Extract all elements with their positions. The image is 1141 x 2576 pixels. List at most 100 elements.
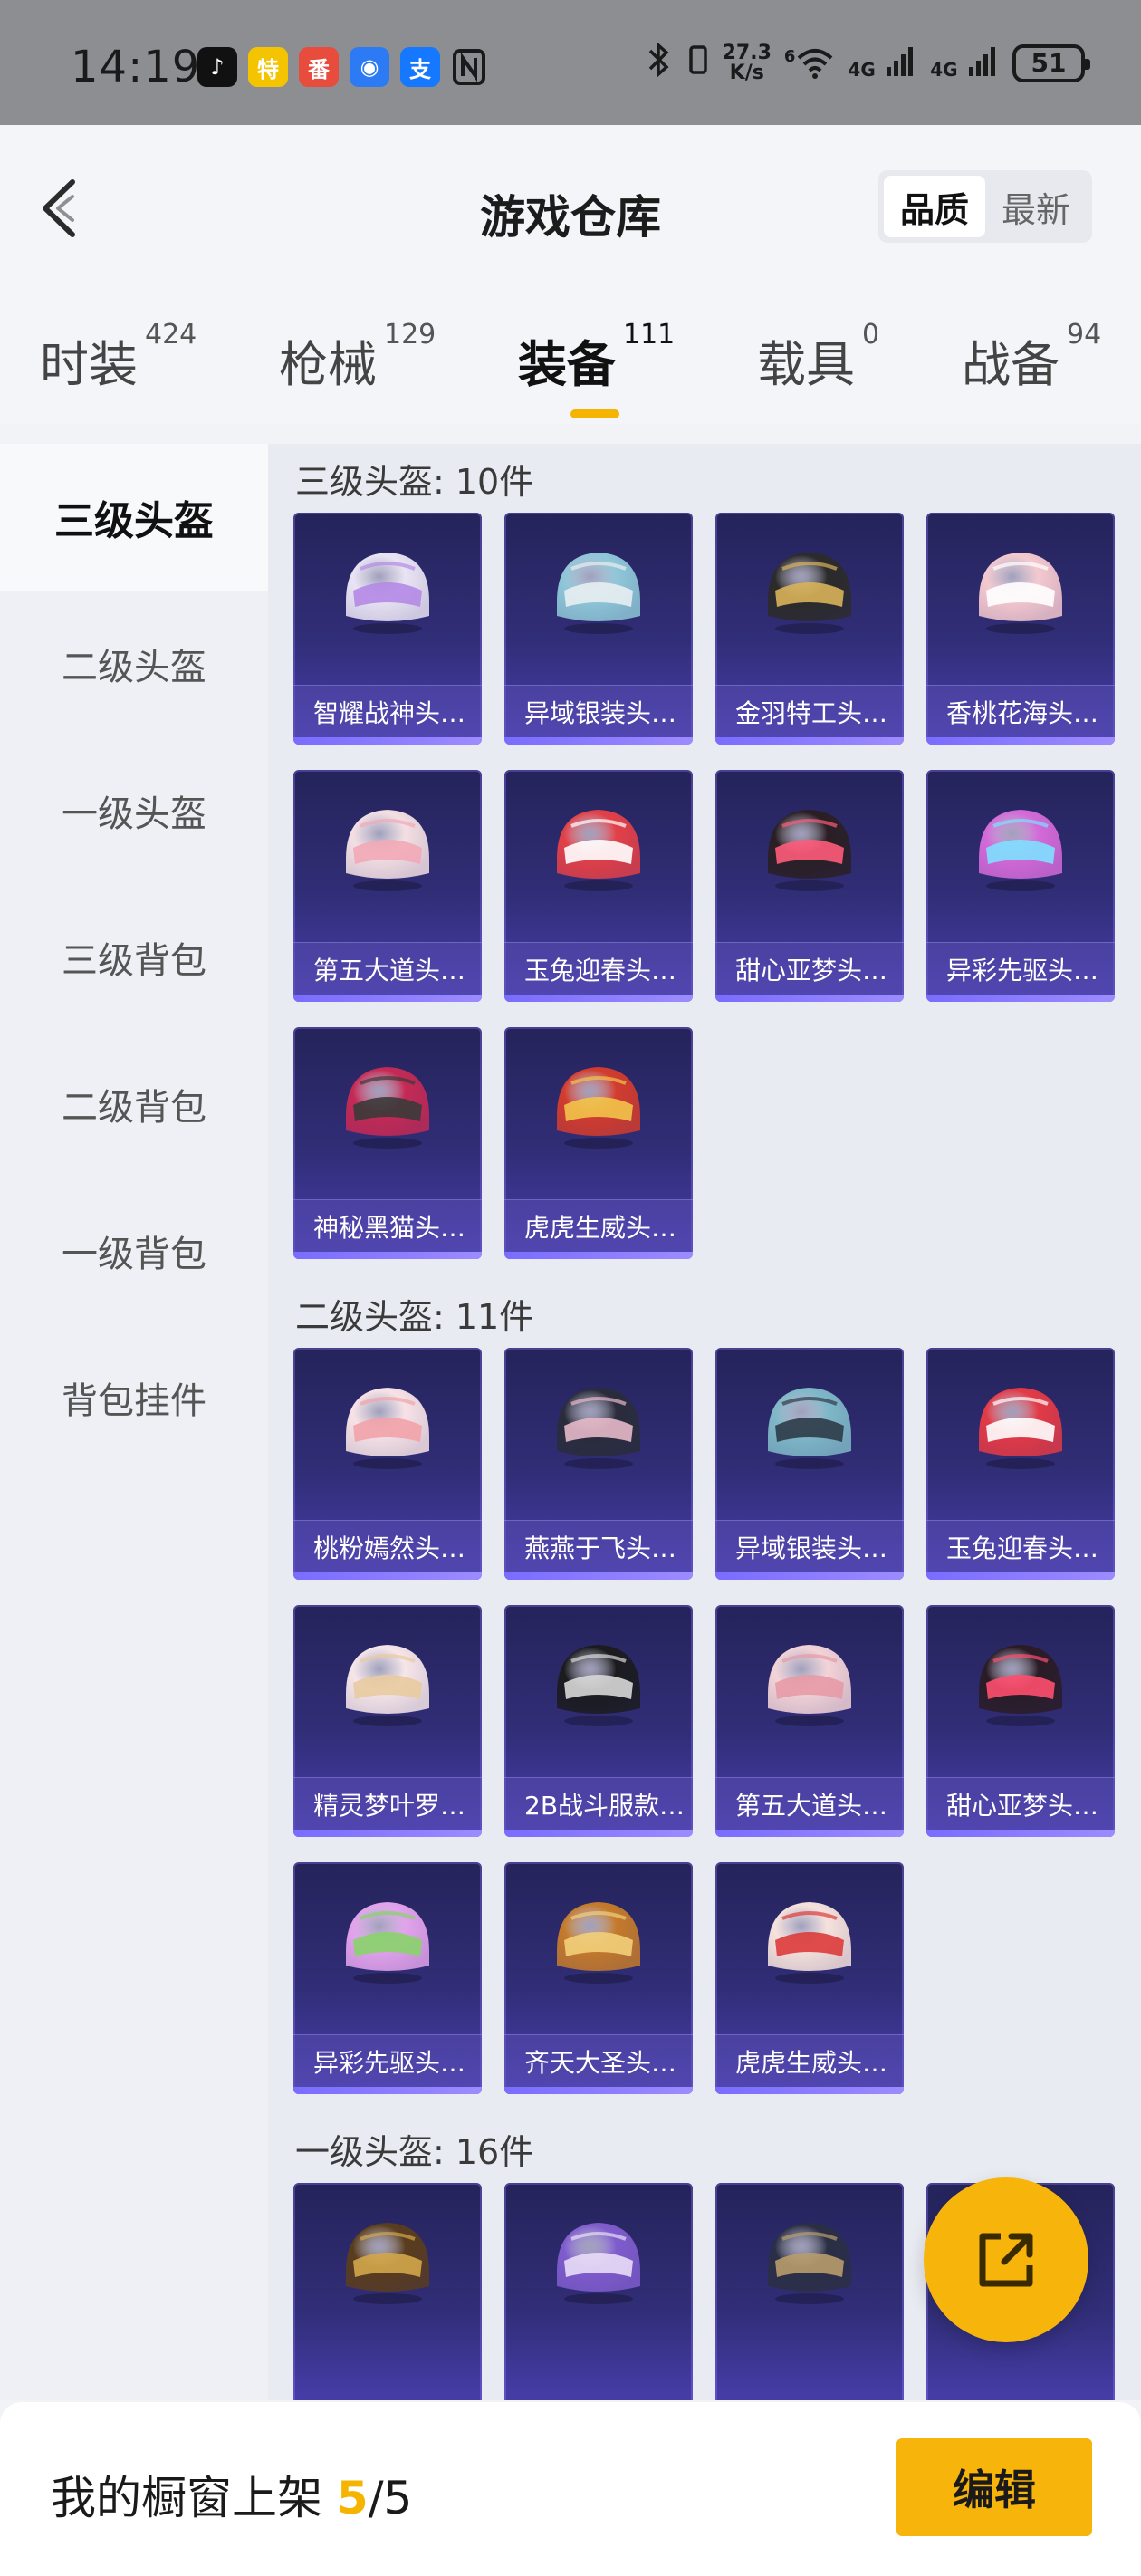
sidebar-item-level1-helmet[interactable]: 一级头盔 (0, 737, 268, 884)
item-card[interactable]: 桃粉嫣然头… (293, 1348, 482, 1580)
battery-indicator: 51 (1012, 43, 1090, 82)
item-card[interactable]: 第五大道头… (293, 770, 482, 1002)
bluetooth-icon (643, 42, 674, 84)
item-name: 异域银装头… (715, 1520, 904, 1572)
item-name: 神秘黑猫头… (293, 1199, 482, 1252)
helmet-image (333, 2208, 442, 2317)
item-card[interactable]: 甜心亚梦头… (926, 1605, 1115, 1837)
item-name: 甜心亚梦头… (926, 1777, 1115, 1830)
item-name: 金羽特工头… (715, 685, 904, 737)
helmet-image (544, 1373, 653, 1482)
section-title: 二级头盔: 11件 (295, 1296, 534, 1337)
signal-bars-icon (969, 46, 995, 76)
item-card[interactable]: 玉兔迎春头… (926, 1348, 1115, 1580)
helmet-image (333, 1888, 442, 1996)
helmet-image (544, 538, 653, 647)
sidebar-item-level1-backpack[interactable]: 一级背包 (0, 1177, 268, 1324)
section-level2-helmet: 二级头盔: 11件 桃粉嫣然头… 燕燕于飞头… 异域银装头… 玉兔迎春头… 精灵梦叶罗…… (268, 1279, 1141, 2094)
section-level3-helmet: 三级头盔: 10件 智耀战神头… 异域银装头… 金羽特工头… 香桃花海头… 第五大道头…… (268, 444, 1141, 1259)
item-name: 齐天大圣头… (504, 2034, 693, 2087)
helmet-image (544, 795, 653, 904)
share-icon (979, 2233, 1033, 2287)
active-tab-indicator (570, 409, 619, 418)
showcase-label: 我的橱窗上架 5/5 (51, 2472, 413, 2524)
item-card[interactable]: 虎虎生威头… (715, 1862, 904, 2094)
item-card[interactable] (504, 2183, 693, 2400)
item-card[interactable]: 智耀战神头… (293, 513, 482, 745)
signal-1: 4G (848, 43, 917, 83)
tab-combat-gear[interactable]: 战备 94 (962, 319, 1101, 396)
helmet-image (755, 1630, 864, 1739)
sort-toggle: 品质 最新 (878, 170, 1092, 243)
helmet-image (966, 538, 1075, 647)
helmet-image (544, 1053, 653, 1161)
helmet-image (333, 1630, 442, 1739)
item-name: 虎虎生威头… (504, 1199, 693, 1252)
sidebar-item-level2-backpack[interactable]: 二级背包 (0, 1031, 268, 1177)
helmet-image (755, 538, 864, 647)
sort-by-newest[interactable]: 最新 (985, 176, 1087, 237)
sidebar-item-backpack-charm[interactable]: 背包挂件 (0, 1324, 268, 1471)
tab-vehicles[interactable]: 载具 0 (757, 319, 879, 396)
item-name: 异彩先驱头… (926, 942, 1115, 995)
sidebar-item-level3-helmet[interactable]: 三级头盔 (0, 444, 268, 591)
item-card[interactable]: 异彩先驱头… (293, 1862, 482, 2094)
tab-fashion[interactable]: 时装 424 (40, 319, 197, 396)
item-card[interactable]: 齐天大圣头… (504, 1862, 693, 2094)
signal-bars-icon (887, 46, 914, 76)
item-grid: 桃粉嫣然头… 燕燕于飞头… 异域银装头… 玉兔迎春头… 精灵梦叶罗… 2B战斗服款… 第五大… (268, 1348, 1141, 2094)
tab-equipment[interactable]: 装备 111 (518, 319, 675, 396)
sidebar-item-level3-backpack[interactable]: 三级背包 (0, 884, 268, 1031)
section-title: 一级头盔: 16件 (295, 2131, 534, 2172)
item-card[interactable]: 燕燕于飞头… (504, 1348, 693, 1580)
item-name: 桃粉嫣然头… (293, 1520, 482, 1572)
helmet-image (966, 795, 1075, 904)
status-app-icons: ♪ 特番 ◉ 支 (197, 47, 487, 91)
status-indicators: 27.3 K/s 6 4G 4G 51 (643, 42, 1090, 84)
edit-button[interactable]: 编辑 (896, 2438, 1092, 2536)
status-bar: 14:19 ♪ 特番 ◉ 支 27.3 K/s 6 4G 4G 51 (0, 0, 1141, 125)
item-card[interactable]: 香桃花海头… (926, 513, 1115, 745)
taobao-special-icon: 特 (248, 47, 288, 87)
item-name: 玉兔迎春头… (504, 942, 693, 995)
subcategory-sidebar: 三级头盔 二级头盔 一级头盔 三级背包 二级背包 一级背包 背包挂件 (0, 444, 268, 2400)
tab-guns[interactable]: 枪械 129 (279, 319, 436, 396)
fanqie-icon: 番 (299, 47, 339, 87)
item-name: 第五大道头… (715, 1777, 904, 1830)
item-card[interactable]: 甜心亚梦头… (715, 770, 904, 1002)
section-title: 三级头盔: 10件 (295, 461, 534, 502)
douyin-icon: ♪ (197, 47, 237, 87)
vibrate-icon (686, 42, 710, 84)
item-card[interactable]: 异彩先驱头… (926, 770, 1115, 1002)
item-card[interactable]: 金羽特工头… (715, 513, 904, 745)
item-card[interactable]: 异域银装头… (715, 1348, 904, 1580)
sidebar-item-level2-helmet[interactable]: 二级头盔 (0, 591, 268, 737)
helmet-image (755, 1373, 864, 1482)
item-card[interactable]: 异域银装头… (504, 513, 693, 745)
helmet-image (544, 1888, 653, 1996)
item-name: 异彩先驱头… (293, 2034, 482, 2087)
helmet-image (333, 1053, 442, 1161)
item-name: 第五大道头… (293, 942, 482, 995)
bot-app-icon: ◉ (350, 47, 389, 87)
alipay-icon: 支 (400, 47, 440, 87)
item-name: 甜心亚梦头… (715, 942, 904, 995)
helmet-image (333, 538, 442, 647)
item-card[interactable]: 神秘黑猫头… (293, 1027, 482, 1259)
item-card[interactable]: 第五大道头… (715, 1605, 904, 1837)
helmet-image (755, 1888, 864, 1996)
share-button[interactable] (924, 2177, 1088, 2342)
helmet-image (966, 1630, 1075, 1739)
item-card[interactable]: 精灵梦叶罗… (293, 1605, 482, 1837)
item-card[interactable]: 玉兔迎春头… (504, 770, 693, 1002)
nfc-icon (451, 47, 487, 91)
item-card[interactable] (293, 2183, 482, 2400)
helmet-image (755, 2208, 864, 2317)
showcase-count: 5 (336, 2472, 369, 2524)
item-card[interactable] (715, 2183, 904, 2400)
helmet-image (966, 1373, 1075, 1482)
helmet-image (544, 1630, 653, 1739)
item-card[interactable]: 2B战斗服款… (504, 1605, 693, 1837)
sort-by-quality[interactable]: 品质 (884, 176, 985, 237)
item-card[interactable]: 虎虎生威头… (504, 1027, 693, 1259)
